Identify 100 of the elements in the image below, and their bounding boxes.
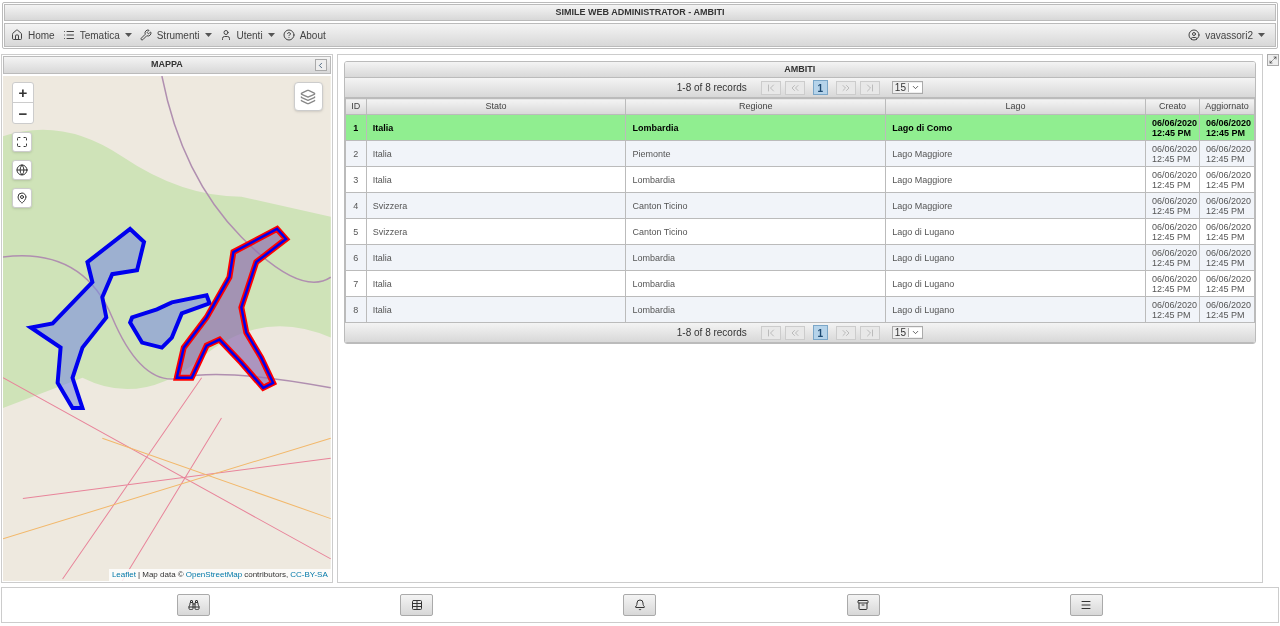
table-cell: 5 [345, 218, 367, 245]
table-cell: Svizzera [366, 218, 626, 245]
table-cell: 06/06/2020 12:45 PM [1145, 114, 1200, 141]
help-icon [282, 29, 295, 41]
column-header[interactable]: Stato [366, 98, 626, 115]
records-summary: 1-8 of 8 records [676, 326, 747, 340]
table-cell: Lago di Lugano [885, 218, 1146, 245]
table-cell: Italia [366, 296, 626, 323]
table-row[interactable]: 5 Svizzera Canton Ticino Lago di Lugano 06/06/2020 12:45 PM 06/06/2020 12:45 PM [345, 218, 1255, 245]
layers-button[interactable] [293, 82, 323, 111]
nav-menu-item[interactable]: Utenti [219, 27, 275, 43]
table-cell: Lago di Como [885, 114, 1146, 141]
page-size-select[interactable]: 15 [891, 326, 923, 339]
menu-icon [1080, 599, 1093, 611]
table-cell: Italia [366, 114, 626, 141]
table-cell: 06/06/2020 12:45 PM [1145, 244, 1200, 271]
table-row[interactable]: 4 Svizzera Canton Ticino Lago Maggiore 06/06/2020 12:45 PM 06/06/2020 12:45 PM [345, 192, 1255, 219]
table-cell: Lago Maggiore [885, 192, 1146, 219]
chevron-down-icon [910, 328, 920, 337]
zoom-in-button[interactable]: + [13, 83, 33, 103]
table-cell: 3 [345, 166, 367, 193]
table-row[interactable]: 7 Italia Lombardia Lago di Lugano 06/06/2020 12:45 PM 06/06/2020 12:45 PM [345, 270, 1255, 297]
table-row[interactable]: 1 Italia Lombardia Lago di Como 06/06/2020 12:45 PM 06/06/2020 12:45 PM [345, 114, 1255, 141]
table-cell: Lago Maggiore [885, 140, 1146, 167]
page-button[interactable]: 1 [812, 325, 828, 340]
table-cell: 6 [345, 244, 367, 271]
page-button[interactable]: 1 [812, 80, 828, 95]
list-icon [62, 29, 75, 41]
table-row[interactable]: 2 Italia Piemonte Lago Maggiore 06/06/2020 12:45 PM 06/06/2020 12:45 PM [345, 140, 1255, 167]
wrench-icon [139, 29, 152, 41]
table-row[interactable]: 6 Italia Lombardia Lago di Lugano 06/06/2020 12:45 PM 06/06/2020 12:45 PM [345, 244, 1255, 271]
table-cell: 06/06/2020 12:45 PM [1199, 114, 1255, 141]
binoculars-icon [187, 599, 200, 611]
table-cell: Lago di Lugano [885, 296, 1146, 323]
attribution-text: contributors, [244, 569, 289, 581]
table-cell: Svizzera [366, 192, 626, 219]
nav-menu-item[interactable]: About [282, 27, 326, 43]
table-icon [410, 599, 423, 611]
home-icon [11, 29, 23, 41]
table-cell: 06/06/2020 12:45 PM [1199, 218, 1255, 245]
table-cell: 2 [345, 140, 367, 167]
table-cell: 06/06/2020 12:45 PM [1145, 166, 1200, 193]
table-cell: 06/06/2020 12:45 PM [1199, 244, 1255, 271]
table-cell: 06/06/2020 12:45 PM [1199, 296, 1255, 323]
table-cell: 06/06/2020 12:45 PM [1199, 166, 1255, 193]
column-header[interactable]: Lago [885, 98, 1146, 115]
table-cell: Italia [366, 166, 626, 193]
fullscreen-button[interactable] [12, 132, 32, 152]
table-cell: Lago di Lugano [885, 244, 1146, 271]
menu-button[interactable] [1069, 594, 1103, 616]
binoculars-button[interactable] [177, 594, 211, 616]
fullscreen-icon [16, 136, 28, 148]
leaflet-link[interactable]: Leaflet [111, 569, 136, 581]
table-cell: 06/06/2020 12:45 PM [1199, 192, 1255, 219]
globe-button[interactable] [12, 160, 32, 180]
chevron-down-icon [910, 83, 920, 92]
table-row[interactable]: 3 Italia Lombardia Lago Maggiore 06/06/2020 12:45 PM 06/06/2020 12:45 PM [345, 166, 1255, 193]
table-cell: 8 [345, 296, 367, 323]
page-size-select[interactable]: 15 [891, 81, 923, 94]
nav-menu-item[interactable]: Tematica [62, 27, 132, 43]
table-row[interactable]: 8 Italia Lombardia Lago di Lugano 06/06/2020 12:45 PM 06/06/2020 12:45 PM [345, 296, 1255, 323]
user-menu[interactable]: vavassori2 [1188, 27, 1265, 43]
bell-icon [633, 599, 646, 611]
table-button[interactable] [400, 594, 434, 616]
table-cell: Lombardia [626, 166, 886, 193]
table-cell: Lombardia [626, 114, 886, 141]
bell-button[interactable] [623, 594, 657, 616]
map-pin-icon [16, 192, 28, 204]
records-summary: 1-8 of 8 records [676, 81, 747, 95]
maximize-button[interactable] [1267, 54, 1279, 66]
table-cell: 7 [345, 270, 367, 297]
archive-button[interactable] [846, 594, 880, 616]
zoom-out-button[interactable]: − [13, 103, 33, 123]
archive-icon [857, 599, 870, 611]
table-cell: 1 [345, 114, 367, 141]
table-cell: Lombardia [626, 296, 886, 323]
table-title: AMBITI [344, 62, 1255, 78]
maximize-icon [1269, 56, 1277, 64]
column-header[interactable]: ID [345, 98, 367, 115]
collapse-button[interactable] [314, 59, 327, 71]
license-link[interactable]: CC-BY-SA [290, 569, 328, 581]
column-header[interactable]: Regione [626, 98, 886, 115]
nav-menu-item[interactable]: Home [11, 27, 55, 43]
table-cell: Canton Ticino [626, 192, 886, 219]
globe-icon [16, 164, 28, 176]
table-cell: Lago Maggiore [885, 166, 1146, 193]
table-cell: Lombardia [626, 270, 886, 297]
table-cell: Italia [366, 244, 626, 271]
column-header[interactable]: Creato [1145, 98, 1200, 115]
location-button[interactable] [12, 188, 32, 208]
nav-menu-item[interactable]: Strumenti [139, 27, 212, 43]
column-header[interactable]: Aggiornato [1199, 98, 1255, 115]
table-cell: 06/06/2020 12:45 PM [1145, 270, 1200, 297]
table-cell: Lago di Lugano [885, 270, 1146, 297]
table-cell: 06/06/2020 12:45 PM [1145, 192, 1200, 219]
openstreetmap-link[interactable]: OpenStreetMap [185, 569, 243, 581]
table-cell: Italia [366, 270, 626, 297]
table-cell: Canton Ticino [626, 218, 886, 245]
user-icon [219, 29, 232, 41]
table-cell: 06/06/2020 12:45 PM [1199, 140, 1255, 167]
